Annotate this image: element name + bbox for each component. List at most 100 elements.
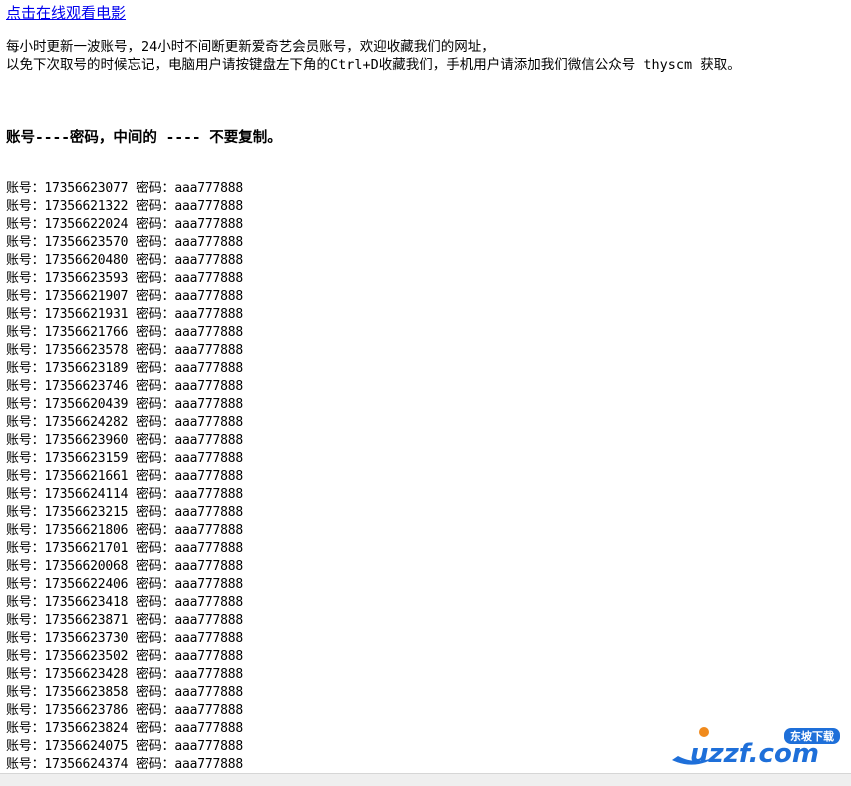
watch-movies-online-link[interactable]: 点击在线观看电影	[6, 2, 126, 23]
password-label: 密码：	[135, 307, 175, 322]
account-label: 账号：	[6, 541, 45, 556]
account-number: 17356620068	[44, 559, 129, 574]
account-label: 账号：	[6, 415, 45, 430]
account-row: 账号：17356623215 密码：aaa777888	[6, 504, 243, 522]
account-row: 账号：17356623593 密码：aaa777888	[6, 270, 243, 288]
account-number: 17356622024	[44, 217, 129, 232]
account-number: 17356620480	[44, 253, 129, 268]
password-value: aaa777888	[174, 469, 243, 484]
account-number: 17356621322	[44, 199, 129, 214]
password-label: 密码：	[135, 595, 175, 610]
account-label: 账号：	[6, 433, 45, 448]
account-number: 17356622406	[44, 577, 129, 592]
password-value: aaa777888	[174, 451, 243, 466]
password-value: aaa777888	[174, 253, 243, 268]
account-number: 17356623578	[44, 343, 129, 358]
account-label: 账号：	[6, 235, 45, 250]
account-label: 账号：	[6, 199, 45, 214]
password-label: 密码：	[135, 469, 175, 484]
account-number: 17356621806	[44, 523, 129, 538]
account-label: 账号：	[6, 685, 45, 700]
account-row: 账号：17356621806 密码：aaa777888	[6, 522, 243, 540]
password-label: 密码：	[135, 649, 175, 664]
password-value: aaa777888	[174, 721, 243, 736]
uzzf-watermark-logo: 东坡下载 uzzf.com	[672, 727, 840, 769]
password-value: aaa777888	[174, 199, 243, 214]
account-label: 账号：	[6, 217, 45, 232]
account-number: 17356623858	[44, 685, 129, 700]
account-number: 17356620439	[44, 397, 129, 412]
intro-line-2: 以免下次取号的时候忘记，电脑用户请按键盘左下角的Ctrl+D收藏我们，手机用户请…	[6, 57, 741, 73]
account-number: 17356623824	[44, 721, 129, 736]
password-label: 密码：	[135, 217, 175, 232]
account-number: 17356621766	[44, 325, 129, 340]
account-label: 账号：	[6, 577, 45, 592]
password-value: aaa777888	[174, 541, 243, 556]
password-label: 密码：	[135, 397, 175, 412]
format-heading: 账号----密码，中间的 ---- 不要复制。	[6, 130, 282, 146]
account-label: 账号：	[6, 595, 45, 610]
horizontal-scrollbar[interactable]	[0, 773, 851, 786]
password-label: 密码：	[135, 199, 175, 214]
password-value: aaa777888	[174, 631, 243, 646]
password-value: aaa777888	[174, 757, 243, 772]
password-value: aaa777888	[174, 397, 243, 412]
account-row: 账号：17356623730 密码：aaa777888	[6, 630, 243, 648]
password-label: 密码：	[135, 577, 175, 592]
account-label: 账号：	[6, 559, 45, 574]
account-row: 账号：17356621907 密码：aaa777888	[6, 288, 243, 306]
password-label: 密码：	[135, 271, 175, 286]
account-row: 账号：17356623786 密码：aaa777888	[6, 702, 243, 720]
account-number: 17356623077	[44, 181, 129, 196]
logo-brand-text: uzzf.com	[690, 739, 819, 769]
account-number: 17356623502	[44, 649, 129, 664]
password-label: 密码：	[135, 253, 175, 268]
password-label: 密码：	[135, 541, 175, 556]
account-number: 17356623428	[44, 667, 129, 682]
password-value: aaa777888	[174, 667, 243, 682]
account-row: 账号：17356623570 密码：aaa777888	[6, 234, 243, 252]
password-label: 密码：	[135, 523, 175, 538]
account-list: 账号：17356623077 密码：aaa777888 账号：1735662132…	[6, 180, 243, 774]
password-value: aaa777888	[174, 325, 243, 340]
account-number: 17356623215	[44, 505, 129, 520]
account-label: 账号：	[6, 721, 45, 736]
account-label: 账号：	[6, 703, 45, 718]
account-label: 账号：	[6, 379, 45, 394]
account-label: 账号：	[6, 667, 45, 682]
account-label: 账号：	[6, 271, 45, 286]
account-row: 账号：17356620439 密码：aaa777888	[6, 396, 243, 414]
password-label: 密码：	[135, 379, 175, 394]
account-label: 账号：	[6, 523, 45, 538]
account-label: 账号：	[6, 325, 45, 340]
password-label: 密码：	[135, 235, 175, 250]
password-value: aaa777888	[174, 739, 243, 754]
account-label: 账号：	[6, 631, 45, 646]
account-label: 账号：	[6, 739, 45, 754]
logo-star-icon	[699, 727, 709, 737]
account-number: 17356623570	[44, 235, 129, 250]
password-value: aaa777888	[174, 685, 243, 700]
password-label: 密码：	[135, 667, 175, 682]
password-value: aaa777888	[174, 613, 243, 628]
password-value: aaa777888	[174, 181, 243, 196]
password-label: 密码：	[135, 685, 175, 700]
account-row: 账号：17356623159 密码：aaa777888	[6, 450, 243, 468]
account-row: 账号：17356623418 密码：aaa777888	[6, 594, 243, 612]
account-label: 账号：	[6, 649, 45, 664]
account-label: 账号：	[6, 469, 45, 484]
password-label: 密码：	[135, 505, 175, 520]
intro-line-1: 每小时更新一波账号，24小时不间断更新爱奇艺会员账号，欢迎收藏我们的网址，	[6, 39, 495, 55]
password-label: 密码：	[135, 703, 175, 718]
account-row: 账号：17356622024 密码：aaa777888	[6, 216, 243, 234]
account-row: 账号：17356623824 密码：aaa777888	[6, 720, 243, 738]
account-label: 账号：	[6, 181, 45, 196]
password-label: 密码：	[135, 451, 175, 466]
account-label: 账号：	[6, 343, 45, 358]
password-label: 密码：	[135, 559, 175, 574]
password-label: 密码：	[135, 289, 175, 304]
account-number: 17356623746	[44, 379, 129, 394]
account-number: 17356623593	[44, 271, 129, 286]
account-row: 账号：17356621701 密码：aaa777888	[6, 540, 243, 558]
account-row: 账号：17356621661 密码：aaa777888	[6, 468, 243, 486]
